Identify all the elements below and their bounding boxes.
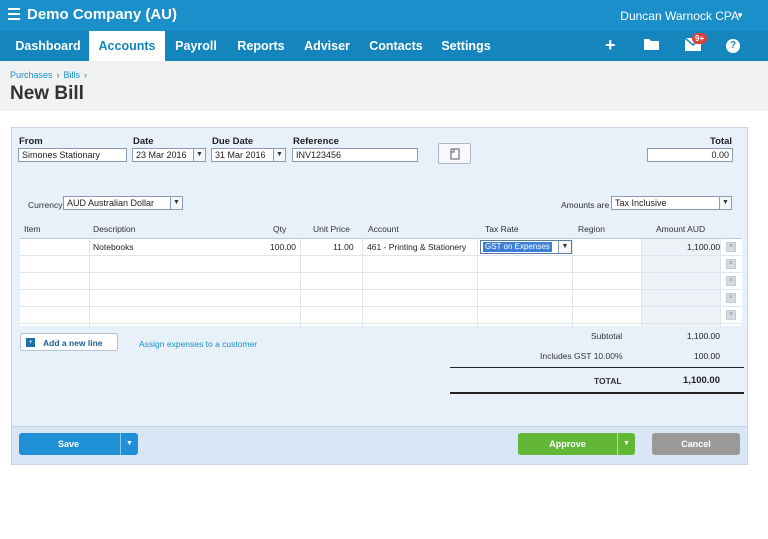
- amounts-are-value: Tax Inclusive: [615, 198, 667, 208]
- breadcrumb-purchases[interactable]: Purchases: [10, 70, 53, 80]
- chevron-down-icon[interactable]: ▼: [193, 149, 205, 161]
- save-button[interactable]: Save ▼: [19, 433, 138, 455]
- from-field[interactable]: Simones Stationary: [18, 148, 127, 162]
- header-amount: Amount AUD: [656, 224, 706, 234]
- add-line-label: Add a new line: [43, 338, 103, 348]
- chevron-down-icon[interactable]: ▼: [617, 433, 635, 455]
- chevron-down-icon[interactable]: ▼: [719, 197, 731, 209]
- tab-accounts[interactable]: Accounts: [89, 31, 165, 61]
- currency-value: AUD Australian Dollar: [67, 198, 155, 208]
- subtotal-value: 1,100.00: [686, 331, 720, 341]
- total-field: 0.00: [647, 148, 733, 162]
- main-nav: Dashboard Accounts Payroll Reports Advis…: [0, 31, 768, 61]
- tab-payroll[interactable]: Payroll: [167, 31, 225, 61]
- due-date-value: 31 Mar 2016: [215, 150, 266, 160]
- due-date-field[interactable]: 31 Mar 2016 ▼: [211, 148, 286, 162]
- header-qty: Qty: [273, 224, 287, 234]
- chevron-down-icon[interactable]: ▼: [558, 241, 571, 253]
- date-field[interactable]: 23 Mar 2016 ▼: [132, 148, 206, 162]
- breadcrumb-separator: ›: [56, 70, 60, 80]
- form-footer: Save ▼ Approve ▼ Cancel: [12, 426, 747, 464]
- bill-form: From Simones Stationary Date 23 Mar 2016…: [11, 127, 748, 465]
- table-row[interactable]: ×: [20, 307, 742, 324]
- currency-label: Currency: [28, 200, 63, 210]
- reference-label: Reference: [293, 136, 339, 147]
- tax-rate-select[interactable]: GST on Expenses ▼: [480, 240, 572, 254]
- delete-row-icon[interactable]: ×: [726, 259, 736, 269]
- tab-contacts[interactable]: Contacts: [364, 31, 428, 61]
- table-row[interactable]: Notebooks 100.00 11.00 461 - Printing & …: [20, 239, 742, 256]
- header-tax-rate: Tax Rate: [485, 224, 519, 234]
- company-name[interactable]: Demo Company (AU): [27, 6, 177, 23]
- cell-qty[interactable]: 100.00: [270, 242, 296, 252]
- gst-value: 100.00: [694, 351, 720, 361]
- menu-icon[interactable]: [8, 8, 20, 20]
- table-row[interactable]: ×: [20, 256, 742, 273]
- reference-field[interactable]: INV123456: [292, 148, 418, 162]
- tab-reports[interactable]: Reports: [232, 31, 290, 61]
- date-value: 23 Mar 2016: [136, 150, 187, 160]
- breadcrumb-bills[interactable]: Bills: [64, 70, 81, 80]
- total-label: TOTAL: [594, 376, 622, 386]
- chevron-down-icon[interactable]: ▼: [170, 197, 182, 209]
- cancel-button[interactable]: Cancel: [652, 433, 740, 455]
- table-body: Notebooks 100.00 11.00 461 - Printing & …: [20, 238, 742, 327]
- chevron-down-icon[interactable]: ▼: [736, 11, 744, 20]
- header-description: Description: [93, 224, 136, 234]
- header-account: Account: [368, 224, 399, 234]
- due-date-label: Due Date: [212, 136, 254, 147]
- delete-row-icon[interactable]: ×: [726, 276, 736, 286]
- add-line-icon: +: [26, 338, 35, 347]
- page-header: Purchases › Bills › New Bill: [0, 61, 768, 111]
- currency-select[interactable]: AUD Australian Dollar ▼: [63, 196, 183, 210]
- amounts-are-label: Amounts are: [561, 200, 610, 210]
- amounts-are-select[interactable]: Tax Inclusive ▼: [611, 196, 732, 210]
- chevron-down-icon[interactable]: ▼: [120, 433, 138, 455]
- top-bar: Demo Company (AU) Duncan Warnock CPA ▼: [0, 0, 768, 31]
- chevron-down-icon[interactable]: ▼: [273, 149, 285, 161]
- subtotal-label: Subtotal: [591, 331, 623, 341]
- folder-icon[interactable]: [643, 37, 660, 56]
- tax-rate-value: GST on Expenses: [483, 242, 552, 252]
- header-region: Region: [578, 224, 605, 234]
- breadcrumb: Purchases › Bills ›: [10, 70, 91, 80]
- approve-label: Approve: [549, 439, 586, 449]
- table-row[interactable]: ×: [20, 273, 742, 290]
- divider: [450, 392, 744, 394]
- copy-button[interactable]: [438, 143, 471, 164]
- delete-row-icon[interactable]: ×: [726, 293, 736, 303]
- user-menu[interactable]: Duncan Warnock CPA: [620, 9, 739, 23]
- total-label: Total: [710, 136, 732, 147]
- tab-adviser[interactable]: Adviser: [298, 31, 356, 61]
- from-label: From: [19, 136, 43, 147]
- divider: [450, 367, 744, 368]
- cell-unit-price[interactable]: 11.00: [333, 242, 354, 252]
- cell-account[interactable]: 461 - Printing & Stationery: [367, 242, 466, 252]
- header-item: Item: [24, 224, 41, 234]
- assign-expenses-link[interactable]: Assign expenses to a customer: [139, 339, 257, 349]
- save-label: Save: [57, 439, 80, 449]
- delete-row-icon[interactable]: ×: [726, 242, 736, 252]
- date-label: Date: [133, 136, 154, 147]
- breadcrumb-separator: ›: [84, 70, 88, 80]
- add-line-button[interactable]: + Add a new line: [20, 333, 118, 351]
- table-row[interactable]: ×: [20, 290, 742, 307]
- table-header: Item Description Qty Unit Price Account …: [20, 221, 742, 238]
- cell-description[interactable]: Notebooks: [93, 242, 134, 252]
- header-unit-price: Unit Price: [313, 224, 350, 234]
- tab-dashboard[interactable]: Dashboard: [8, 31, 88, 61]
- add-icon[interactable]: +: [605, 35, 616, 56]
- total-value: 1,100.00: [683, 375, 720, 386]
- tab-settings[interactable]: Settings: [436, 31, 496, 61]
- gst-label: Includes GST 10.00%: [540, 351, 623, 361]
- page-title: New Bill: [10, 83, 84, 104]
- approve-button[interactable]: Approve ▼: [518, 433, 635, 455]
- cell-amount[interactable]: 1,100.00: [687, 242, 720, 252]
- copy-icon: [450, 148, 460, 160]
- help-icon[interactable]: ?: [726, 39, 740, 53]
- notification-badge: 9+: [692, 33, 708, 44]
- delete-row-icon[interactable]: ×: [726, 310, 736, 320]
